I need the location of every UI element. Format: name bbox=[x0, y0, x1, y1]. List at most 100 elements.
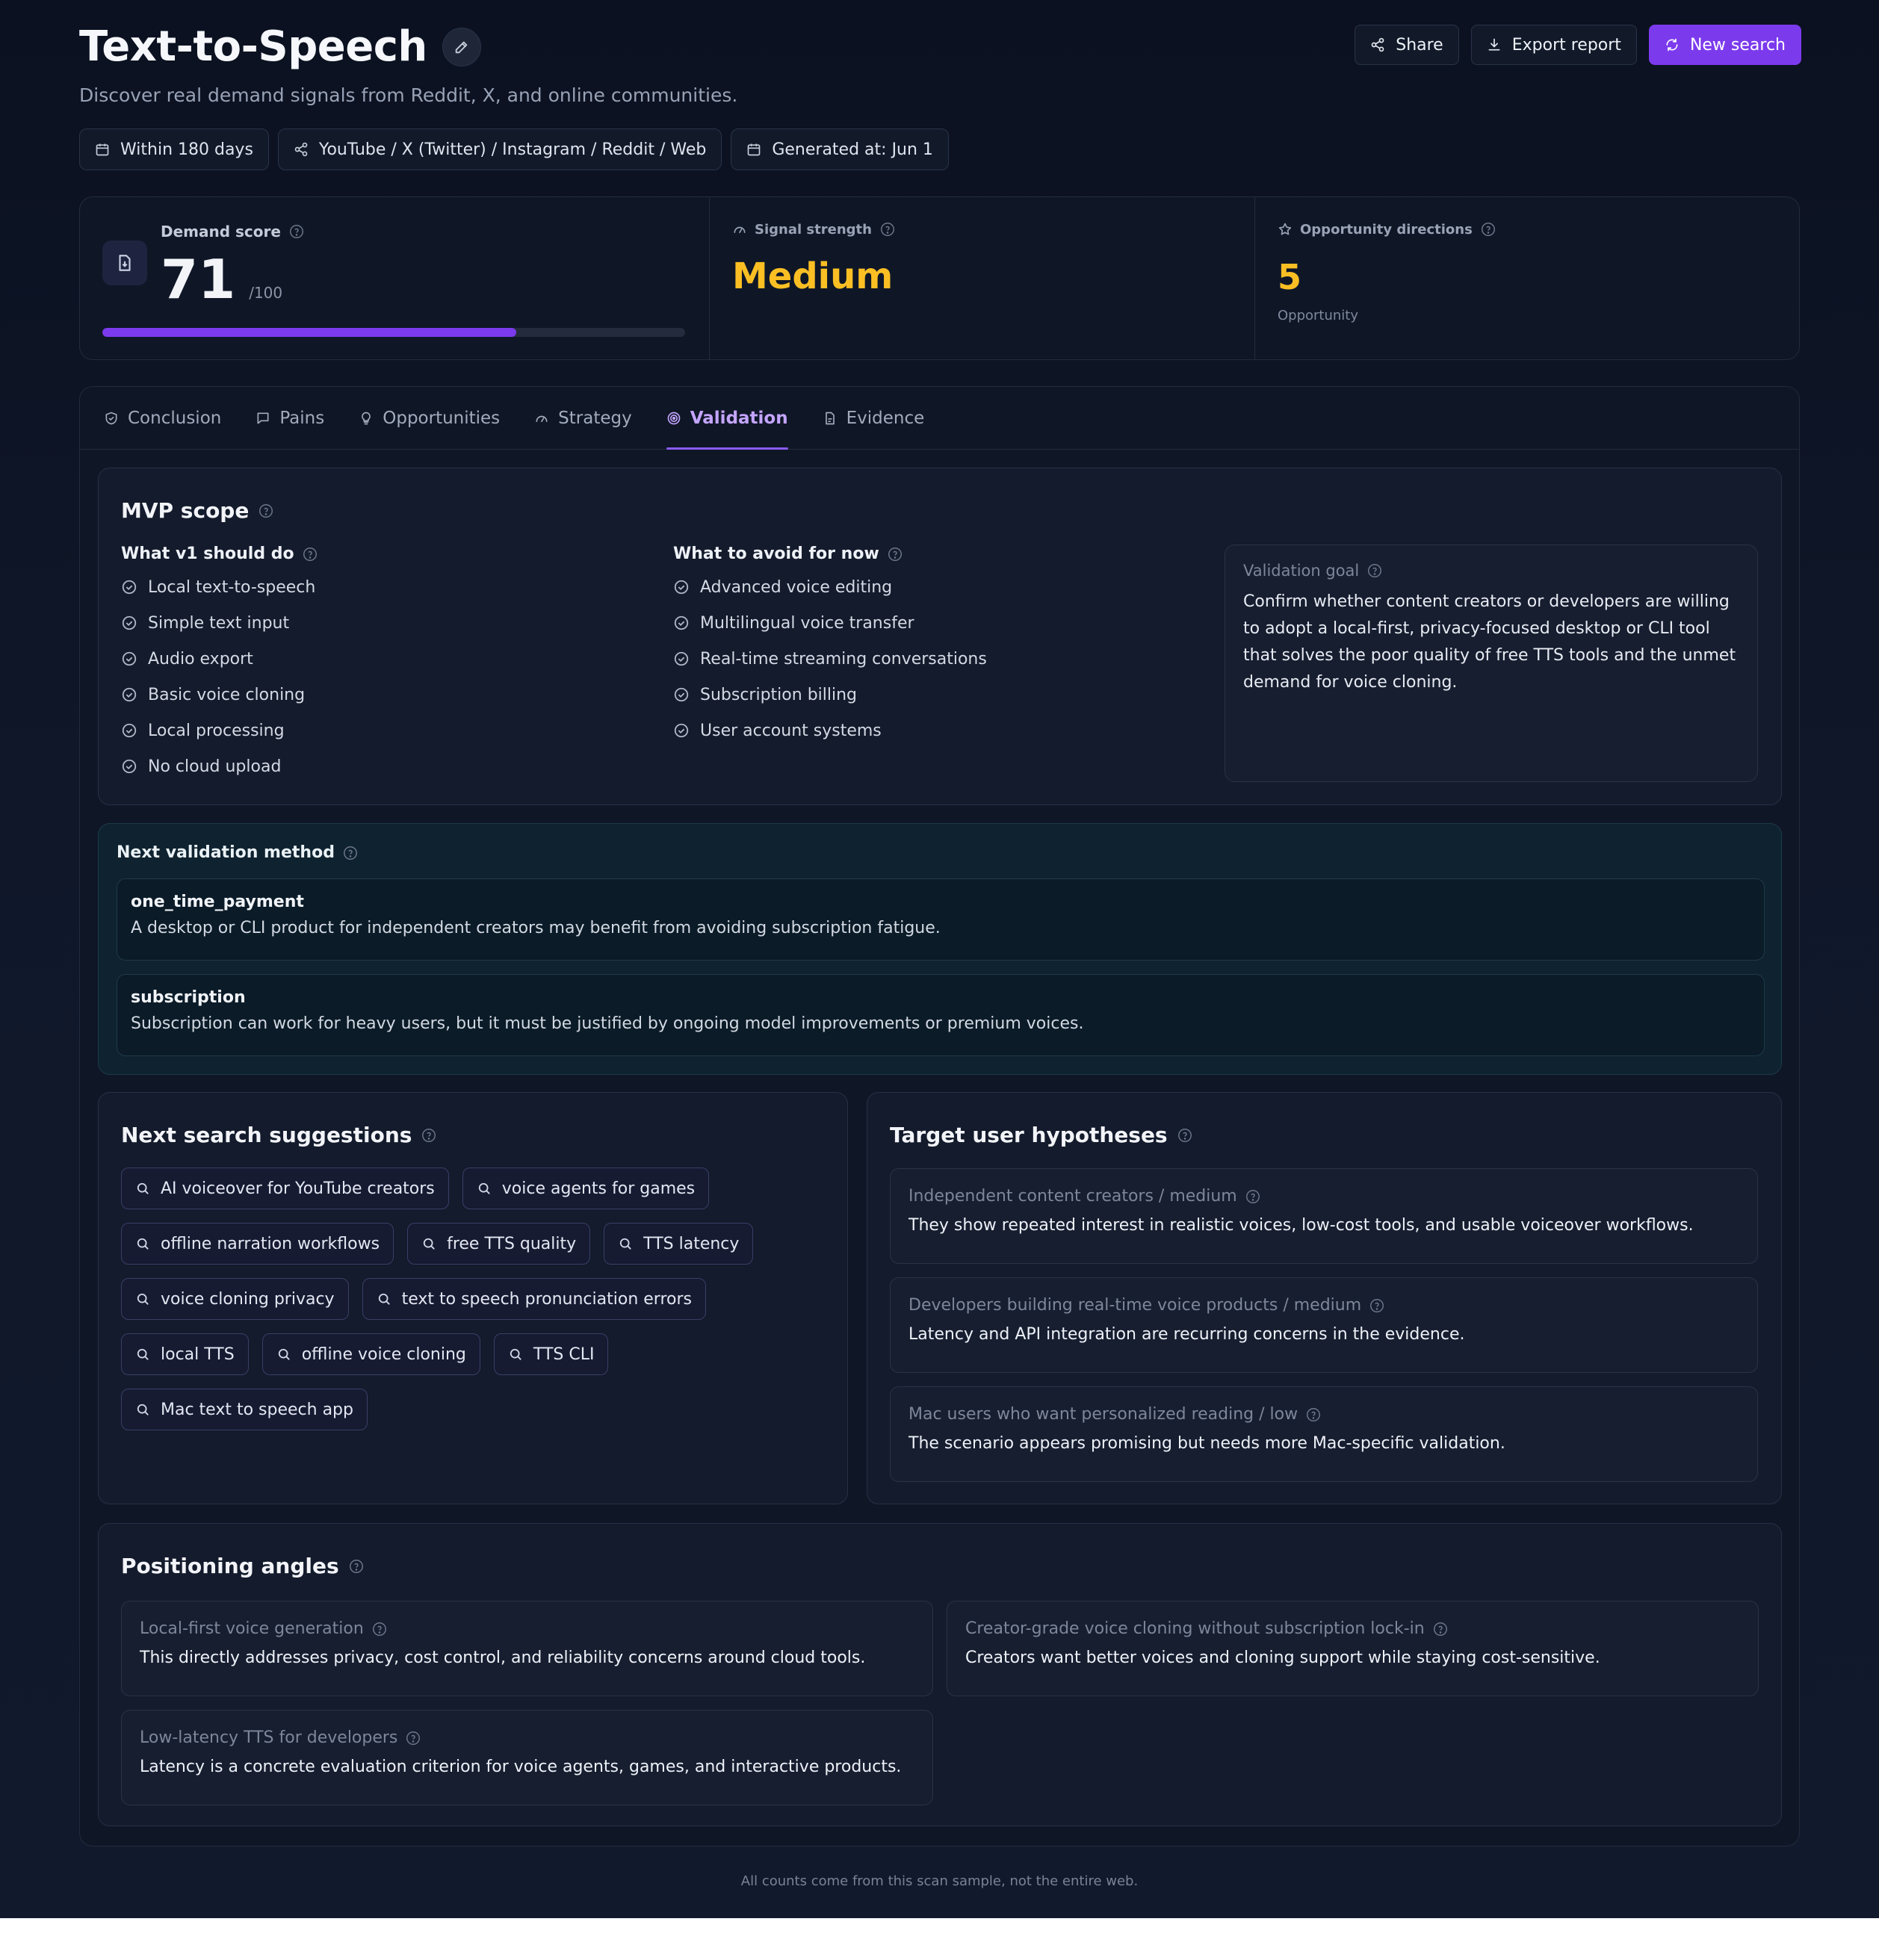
check-circle-icon bbox=[122, 615, 137, 630]
help-icon[interactable] bbox=[887, 546, 903, 562]
suggestion-chip-label: offline narration workflows bbox=[161, 1234, 380, 1253]
positioning-heading-text: Low-latency TTS for developers bbox=[140, 1728, 398, 1747]
opportunity-directions-sub: Opportunity bbox=[1278, 308, 1359, 323]
demand-score-stat: Demand score 71 /100 bbox=[80, 197, 709, 359]
suggestion-chip[interactable]: Mac text to speech app bbox=[121, 1389, 368, 1430]
check-circle-icon bbox=[122, 580, 137, 595]
tab-validation[interactable]: Validation bbox=[666, 387, 788, 450]
tab-validation-label: Validation bbox=[690, 409, 788, 428]
help-icon[interactable] bbox=[1369, 1297, 1385, 1314]
signal-strength-label-text: Signal strength bbox=[755, 221, 872, 238]
header-actions: Share Export report New search bbox=[1355, 25, 1801, 65]
help-icon[interactable] bbox=[1305, 1407, 1322, 1423]
tab-pains[interactable]: Pains bbox=[256, 387, 324, 450]
share-button[interactable]: Share bbox=[1355, 25, 1459, 65]
hypothesis-heading: Mac users who want personalized reading … bbox=[908, 1405, 1739, 1424]
help-icon[interactable] bbox=[421, 1127, 437, 1144]
page-subtitle: Discover real demand signals from Reddit… bbox=[79, 84, 738, 106]
suggestion-chip[interactable]: free TTS quality bbox=[407, 1223, 591, 1265]
check-circle-icon bbox=[122, 759, 137, 774]
mvp-do-item: Audio export bbox=[121, 641, 318, 677]
search-icon bbox=[137, 1238, 149, 1250]
validation-goal-text: Confirm whether content creators or deve… bbox=[1243, 592, 1736, 692]
opportunity-directions-label: Opportunity directions bbox=[1278, 221, 1496, 238]
mvp-avoid-item: Advanced voice editing bbox=[673, 569, 987, 605]
export-report-button[interactable]: Export report bbox=[1470, 25, 1637, 65]
range-label: Within 180 days bbox=[120, 140, 253, 159]
search-suggestions-title-text: Next search suggestions bbox=[121, 1123, 412, 1147]
suggestion-chip[interactable]: voice cloning privacy bbox=[121, 1278, 349, 1320]
suggestion-chip[interactable]: AI voiceover for YouTube creators bbox=[121, 1167, 449, 1209]
new-search-label: New search bbox=[1689, 35, 1786, 55]
validation-method-desc: Subscription can work for heavy users, b… bbox=[131, 1014, 1084, 1033]
mvp-avoid-item-label: User account systems bbox=[700, 721, 882, 740]
hypothesis-item: Developers building real-time voice prod… bbox=[890, 1277, 1758, 1373]
suggestion-chip[interactable]: voice agents for games bbox=[462, 1167, 710, 1209]
document-download-icon bbox=[102, 241, 147, 285]
suggestion-chip[interactable]: local TTS bbox=[121, 1333, 249, 1375]
search-icon bbox=[137, 1293, 149, 1305]
help-icon[interactable] bbox=[1177, 1127, 1193, 1144]
demand-score-value: 71 /100 bbox=[161, 248, 282, 311]
check-circle-icon bbox=[674, 723, 689, 738]
mvp-avoid-item: Multilingual voice transfer bbox=[673, 605, 987, 641]
suggestion-chip[interactable]: offline narration workflows bbox=[121, 1223, 394, 1265]
suggestion-chip[interactable]: TTS latency bbox=[604, 1223, 754, 1265]
mvp-avoid-item-label: Subscription billing bbox=[700, 685, 858, 704]
tab-conclusion[interactable]: Conclusion bbox=[104, 387, 221, 450]
positioning-text: Latency is a concrete evaluation criteri… bbox=[140, 1758, 902, 1776]
search-icon bbox=[478, 1182, 490, 1194]
mvp-do-item: Basic voice cloning bbox=[121, 677, 318, 713]
range-filter[interactable]: Within 180 days bbox=[79, 128, 269, 170]
search-icon bbox=[137, 1404, 149, 1415]
positioning-heading-text: Creator-grade voice cloning without subs… bbox=[965, 1619, 1425, 1638]
tab-evidence[interactable]: Evidence bbox=[823, 387, 925, 450]
help-icon[interactable] bbox=[302, 546, 318, 562]
search-icon bbox=[378, 1293, 390, 1305]
signal-strength-value: Medium bbox=[732, 255, 894, 297]
mvp-avoid-heading: What to avoid for now bbox=[673, 545, 987, 563]
sources-label: YouTube / X (Twitter) / Instagram / Redd… bbox=[318, 140, 707, 159]
positioning-item: Local-first voice generation This direct… bbox=[121, 1601, 933, 1696]
generated-label: Generated at: Jun 1 bbox=[772, 140, 933, 159]
sources-filter[interactable]: YouTube / X (Twitter) / Instagram / Redd… bbox=[277, 128, 722, 170]
help-icon[interactable] bbox=[1245, 1188, 1261, 1205]
check-circle-icon bbox=[674, 687, 689, 702]
hypothesis-heading-text: Mac users who want personalized reading … bbox=[908, 1405, 1298, 1424]
help-icon[interactable] bbox=[879, 221, 896, 238]
help-icon[interactable] bbox=[348, 1558, 365, 1575]
mvp-avoid-heading-text: What to avoid for now bbox=[673, 545, 879, 563]
search-suggestions-title: Next search suggestions bbox=[121, 1123, 437, 1147]
help-icon[interactable] bbox=[1366, 562, 1383, 579]
target-user-title: Target user hypotheses bbox=[890, 1123, 1193, 1147]
help-icon[interactable] bbox=[405, 1730, 421, 1746]
tab-opportunities[interactable]: Opportunities bbox=[359, 387, 500, 450]
suggestion-chip[interactable]: offline voice cloning bbox=[261, 1333, 480, 1375]
hypothesis-text: Latency and API integration are recurrin… bbox=[908, 1325, 1465, 1344]
new-search-button[interactable]: New search bbox=[1648, 25, 1801, 65]
signal-strength-label: Signal strength bbox=[732, 221, 896, 238]
share-icon bbox=[1371, 37, 1384, 52]
edit-title-button[interactable] bbox=[442, 27, 481, 66]
suggestion-chip[interactable]: TTS CLI bbox=[493, 1333, 609, 1375]
mvp-avoid-item: User account systems bbox=[673, 713, 987, 748]
shield-check-icon bbox=[105, 412, 117, 425]
suggestion-chip-label: voice cloning privacy bbox=[161, 1289, 335, 1309]
mvp-avoid-item: Subscription billing bbox=[673, 677, 987, 713]
calendar-icon bbox=[748, 143, 761, 156]
validation-goal-heading: Validation goal bbox=[1243, 562, 1739, 580]
help-icon[interactable] bbox=[1480, 221, 1496, 238]
hypothesis-item: Mac users who want personalized reading … bbox=[890, 1386, 1758, 1482]
mvp-scope-title-text: MVP scope bbox=[121, 498, 250, 523]
positioning-heading: Creator-grade voice cloning without subs… bbox=[965, 1619, 1740, 1638]
help-icon[interactable] bbox=[258, 503, 274, 519]
help-icon[interactable] bbox=[371, 1621, 388, 1637]
tab-strategy[interactable]: Strategy bbox=[534, 387, 632, 450]
help-icon[interactable] bbox=[288, 223, 305, 240]
tab-evidence-label: Evidence bbox=[846, 409, 925, 428]
help-icon[interactable] bbox=[342, 845, 359, 861]
help-icon[interactable] bbox=[1432, 1621, 1449, 1637]
suggestion-chip[interactable]: text to speech pronunciation errors bbox=[362, 1278, 706, 1320]
demand-score-label: Demand score bbox=[161, 223, 305, 241]
next-validation-card: Next validation method one_time_payment … bbox=[98, 823, 1782, 1075]
